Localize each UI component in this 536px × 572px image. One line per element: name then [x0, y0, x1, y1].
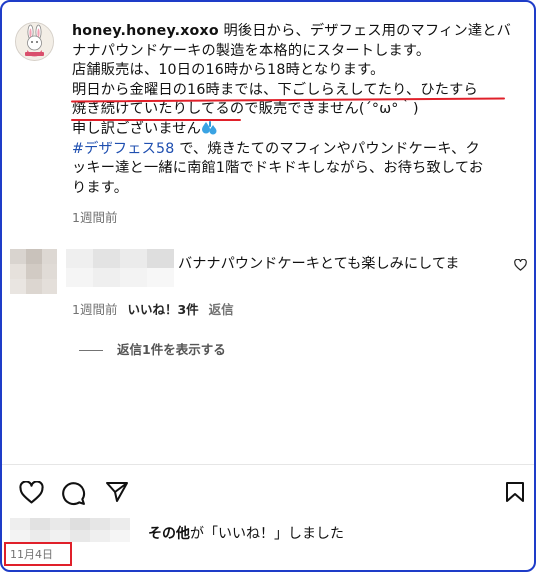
section-divider	[2, 464, 534, 465]
caption-line: 焼き続けていたりしてるので販売できません(´°ω°｀)	[72, 101, 419, 118]
bunny-logo-icon	[16, 23, 53, 60]
post-date: 11月4日	[10, 548, 53, 561]
comment-time: 1週間前	[72, 302, 118, 317]
likers-avatars-blurred[interactable]	[10, 518, 130, 542]
post-caption: honey.honey.xoxo 明後日から、デザフェス用のマフィン達とバ ナナ…	[72, 22, 512, 198]
caption-line: ッキー達と一緒に南館1階でドキドキしながら、お待ち致してお	[72, 160, 484, 177]
view-replies-button[interactable]: 返信1件を表示する	[79, 339, 226, 358]
comment-text: バナナパウンドケーキとても楽しみにしてま	[178, 256, 460, 272]
caption-line: 店舗販売は、10日の16時から18時となります。	[72, 62, 385, 79]
likes-suffix: が「いいね！」しました	[190, 526, 344, 542]
heart-icon[interactable]	[19, 481, 44, 504]
author-avatar[interactable]	[15, 22, 54, 61]
caption-line: ります。	[72, 179, 129, 196]
comment-heart-icon[interactable]	[514, 259, 527, 271]
annotation-underline	[71, 119, 241, 121]
hashtag-link[interactable]: #デザフェス58	[72, 141, 174, 157]
caption-line: で、焼きたてのマフィンやパウンドケーキ、ク	[174, 140, 480, 157]
comment-meta: 1週間前 いいね！3件 返信	[72, 299, 234, 318]
caption-line: 申し訳ございません	[72, 120, 202, 137]
caption-line: 明後日から、デザフェス用のマフィン達とバ	[218, 23, 511, 39]
caption-line: 明日から金曜日の16時までは、下ごしらえしてたり、ひたすら	[72, 81, 478, 98]
post-time: 1週間前	[72, 210, 118, 225]
comment-reply-button[interactable]: 返信	[209, 302, 234, 317]
commenter-avatar-blurred[interactable]	[10, 249, 57, 294]
view-replies-label: 返信1件を表示する	[117, 342, 226, 357]
bookmark-icon[interactable]	[505, 481, 525, 503]
likes-others-link[interactable]: その他	[148, 526, 190, 542]
caption-line: ナナパウンドケーキの製造を本格的にスタートします。	[72, 42, 431, 59]
likes-summary: その他が「いいね！」しました	[148, 523, 344, 543]
comment-icon[interactable]	[61, 481, 86, 506]
share-icon[interactable]	[105, 481, 129, 503]
comment-likes-link[interactable]: いいね！3件	[127, 302, 198, 317]
replies-line	[79, 350, 103, 351]
commenter-name-blurred[interactable]	[66, 249, 174, 287]
annotation-drip	[209, 121, 211, 127]
author-username[interactable]: honey.honey.xoxo	[72, 23, 219, 39]
